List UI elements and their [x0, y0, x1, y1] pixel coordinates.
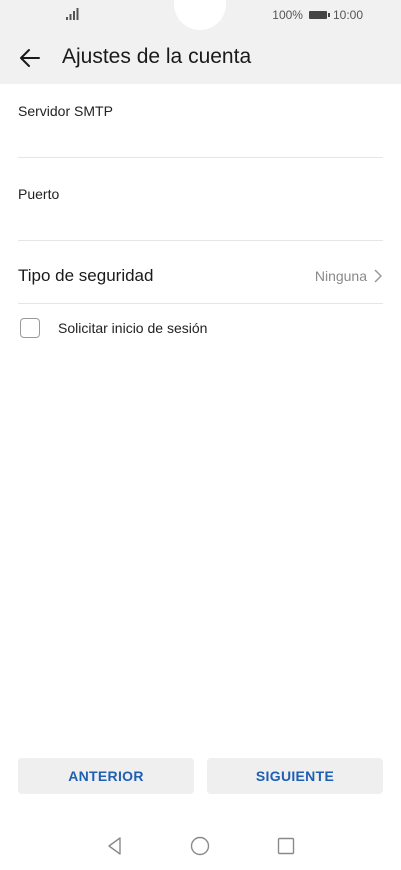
camera-notch [174, 0, 226, 30]
port-field: Puerto [18, 186, 383, 241]
page-title: Ajustes de la cuenta [62, 45, 252, 68]
previous-button[interactable]: ANTERIOR [18, 758, 194, 794]
chevron-right-icon [374, 269, 383, 283]
battery-percent: 100% [272, 8, 303, 22]
next-button[interactable]: SIGUIENTE [207, 758, 383, 794]
battery-icon [308, 11, 330, 19]
port-input[interactable] [18, 214, 383, 240]
smtp-server-input[interactable] [18, 131, 383, 157]
smtp-server-label: Servidor SMTP [18, 103, 113, 119]
arrow-left-icon[interactable] [18, 46, 42, 70]
recents-square-icon[interactable] [276, 836, 296, 856]
security-type-row[interactable]: Tipo de seguridad Ninguna [18, 249, 383, 304]
app-bar: Ajustes de la cuenta [0, 32, 401, 84]
security-type-value-group: Ninguna [315, 268, 383, 284]
clock: 10:00 [332, 8, 363, 22]
smtp-server-field: Servidor SMTP [18, 103, 383, 158]
back-triangle-icon[interactable] [105, 836, 125, 856]
status-indicators: 100% 10:00 [272, 8, 363, 22]
navigation-bar [0, 826, 401, 870]
signal-bars-icon [66, 8, 79, 20]
status-bar: 100% 10:00 [0, 0, 401, 32]
require-login-option[interactable]: Solicitar inicio de sesión [20, 318, 207, 338]
security-type-label: Tipo de seguridad [18, 266, 154, 285]
require-login-checkbox[interactable] [20, 318, 40, 338]
security-type-value: Ninguna [314, 268, 367, 284]
port-label: Puerto [18, 186, 60, 202]
home-circle-icon[interactable] [190, 836, 210, 856]
require-login-label: Solicitar inicio de sesión [58, 320, 208, 336]
